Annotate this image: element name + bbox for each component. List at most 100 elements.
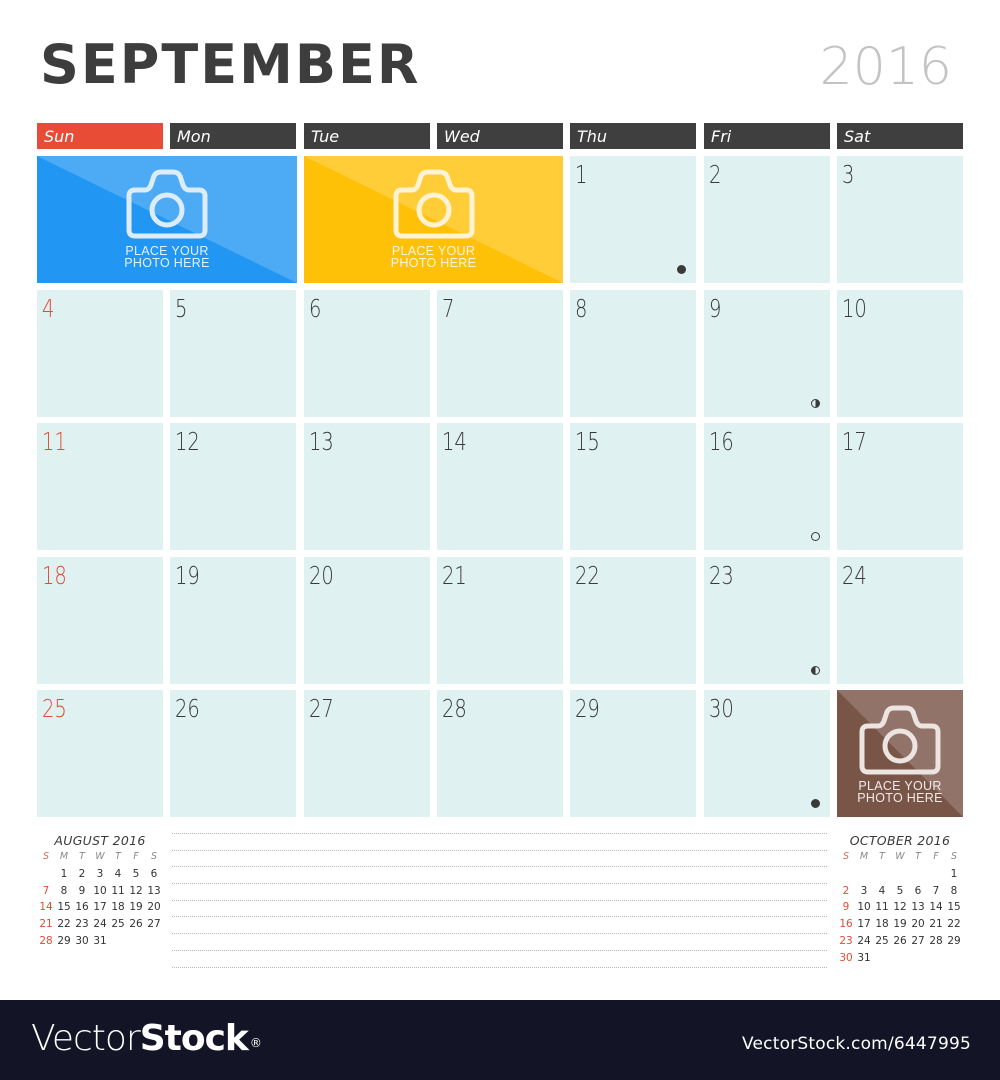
- weekday-sun: Sun: [37, 123, 163, 149]
- mini-calendar-title: AUGUST 2016: [54, 833, 146, 848]
- day-cell[interactable]: 12: [170, 423, 296, 550]
- note-line[interactable]: [172, 866, 827, 883]
- note-line[interactable]: [172, 916, 827, 933]
- day-cell[interactable]: 3: [837, 156, 963, 283]
- day-cell[interactable]: 18: [37, 557, 163, 684]
- day-cell[interactable]: 9: [704, 290, 830, 417]
- mini-empty-slot: [927, 866, 945, 883]
- day-cell[interactable]: 13: [304, 423, 430, 550]
- mini-day: 9: [842, 901, 850, 914]
- day-cell[interactable]: 27: [304, 690, 430, 817]
- mini-day: 13: [911, 901, 925, 914]
- day-cell[interactable]: 28: [437, 690, 563, 817]
- mini-day: 26: [129, 918, 143, 931]
- day-cell[interactable]: 19: [170, 557, 296, 684]
- note-line[interactable]: [172, 933, 827, 950]
- logo-text-bold: Stock: [139, 1018, 249, 1059]
- weekday-thu: Thu: [570, 123, 696, 149]
- day-number: 18: [42, 561, 67, 590]
- mini-day: 15: [947, 901, 961, 914]
- mini-day: 21: [929, 918, 943, 931]
- day-cell[interactable]: 1: [570, 156, 696, 283]
- mini-day: 22: [947, 918, 961, 931]
- day-number: 9: [709, 294, 722, 323]
- mini-day: 24: [857, 934, 871, 947]
- mini-day: 14: [929, 901, 943, 914]
- day-number: 3: [842, 160, 855, 189]
- photo-label-line2: PHOTO HERE: [857, 791, 943, 805]
- day-cell[interactable]: 25: [37, 690, 163, 817]
- day-number: 16: [709, 427, 734, 456]
- mini-day: 21: [39, 918, 53, 931]
- mini-weekday-initial: M: [59, 851, 69, 862]
- day-number: 12: [175, 427, 200, 456]
- moon-phase-full-icon: [811, 532, 820, 541]
- mini-day: 24: [93, 918, 107, 931]
- day-cell[interactable]: 17: [837, 423, 963, 550]
- note-line[interactable]: [172, 899, 827, 917]
- day-number: 4: [42, 294, 55, 323]
- day-cell[interactable]: 21: [437, 557, 563, 684]
- mini-day: 16: [839, 918, 853, 931]
- moon-phase-first-quarter-icon: [811, 399, 820, 408]
- day-cell[interactable]: 24: [837, 557, 963, 684]
- day-cell[interactable]: 11: [37, 423, 163, 550]
- day-cell[interactable]: 30: [704, 690, 830, 817]
- mini-weekday-initial: M: [859, 851, 869, 862]
- day-cell[interactable]: 4: [37, 290, 163, 417]
- moon-phase-last-quarter-icon: [811, 666, 820, 675]
- mini-weekday-initial: T: [79, 851, 85, 862]
- mini-weekday-initial: F: [933, 851, 939, 862]
- note-line[interactable]: [172, 966, 827, 984]
- photo-placeholder-yellow[interactable]: PLACE YOUR PHOTO HERE: [304, 156, 563, 283]
- mini-day: 1: [60, 867, 68, 880]
- day-number: 19: [175, 561, 200, 590]
- day-cell[interactable]: 26: [170, 690, 296, 817]
- camera-icon: [859, 705, 941, 775]
- day-cell[interactable]: 29: [570, 690, 696, 817]
- day-number: 1: [575, 160, 588, 189]
- weekday-sat: Sat: [837, 123, 963, 149]
- moon-phase-new-icon: [677, 265, 686, 274]
- note-line[interactable]: [172, 949, 827, 967]
- day-number: 20: [309, 561, 334, 590]
- day-cell[interactable]: 20: [304, 557, 430, 684]
- mini-day: 30: [839, 951, 853, 964]
- mini-day: 23: [75, 918, 89, 931]
- day-cell[interactable]: 23: [704, 557, 830, 684]
- day-cell[interactable]: 2: [704, 156, 830, 283]
- mini-day: 10: [857, 901, 871, 914]
- day-cell[interactable]: 16: [704, 423, 830, 550]
- day-cell[interactable]: 10: [837, 290, 963, 417]
- mini-empty-slot: [909, 866, 927, 883]
- mini-weekday-initial: T: [879, 851, 885, 862]
- day-cell[interactable]: 14: [437, 423, 563, 550]
- mini-day: 11: [111, 884, 125, 897]
- day-cell[interactable]: 6: [304, 290, 430, 417]
- photo-placeholder-brown[interactable]: PLACE YOUR PHOTO HERE: [837, 690, 963, 817]
- day-number: 27: [309, 694, 334, 723]
- mini-day: 20: [147, 901, 161, 914]
- note-line[interactable]: [172, 833, 827, 850]
- camera-icon: [393, 169, 474, 239]
- day-cell[interactable]: 15: [570, 423, 696, 550]
- mini-day: 27: [911, 934, 925, 947]
- mini-weekday-initial: S: [950, 851, 958, 862]
- note-line[interactable]: [172, 883, 827, 900]
- photo-placeholder-blue[interactable]: PLACE YOUR PHOTO HERE: [37, 156, 297, 283]
- day-cell[interactable]: 7: [437, 290, 563, 417]
- day-number: 7: [442, 294, 455, 323]
- notes-area[interactable]: [172, 833, 827, 983]
- note-line[interactable]: [172, 849, 827, 867]
- mini-weekday-initial: W: [95, 851, 105, 862]
- day-number: 6: [309, 294, 322, 323]
- day-number: 8: [575, 294, 588, 323]
- camera-icon: [126, 169, 208, 239]
- day-cell[interactable]: 22: [570, 557, 696, 684]
- day-number: 21: [442, 561, 467, 590]
- mini-day: 5: [896, 884, 904, 897]
- day-cell[interactable]: 5: [170, 290, 296, 417]
- mini-day: 12: [893, 901, 907, 914]
- day-cell[interactable]: 8: [570, 290, 696, 417]
- mini-empty-slot: [837, 866, 855, 883]
